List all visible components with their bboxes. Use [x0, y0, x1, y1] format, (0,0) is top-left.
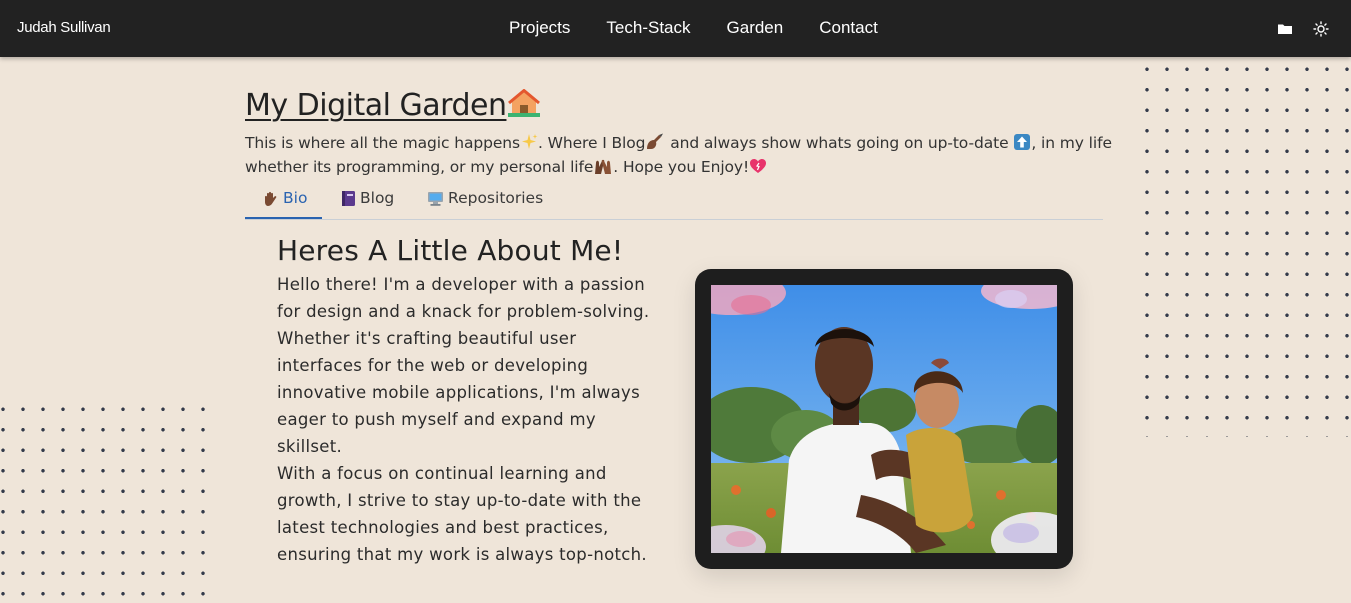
profile-photo-frame — [695, 269, 1073, 569]
about-line: With a focus on continual learning and — [277, 464, 607, 483]
sparkles-icon — [521, 134, 538, 149]
navbar: Judah Sullivan Projects Tech-Stack Garde… — [0, 0, 1351, 57]
intro-text-2: . Where I Blog — [537, 134, 646, 152]
about-paragraph: Hello there! I'm a developer with a pass… — [277, 271, 657, 568]
heart-icon — [750, 159, 767, 173]
nav-link-tech-stack[interactable]: Tech-Stack — [606, 18, 690, 38]
about-line: latest technologies and best practices, — [277, 518, 609, 537]
nav-links: Projects Tech-Stack Garden Contact — [509, 18, 914, 38]
page-title: My Digital Garden — [245, 88, 541, 123]
intro-text-3: and always show whats going on up-to-dat… — [665, 134, 1014, 152]
writing-hand-icon — [647, 133, 664, 149]
about-line: eager to push myself and expand my skill… — [277, 410, 596, 456]
tab-bar: Bio Blog Repositories — [245, 184, 1103, 220]
tab-bio[interactable]: Bio — [262, 189, 307, 207]
hands-icon — [595, 159, 612, 174]
nav-link-projects[interactable]: Projects — [509, 18, 570, 38]
about-line: Hello there! I'm a developer with a pass… — [277, 275, 645, 294]
house-icon — [508, 89, 541, 117]
intro-text-1: This is where all the magic happens — [245, 134, 520, 152]
sun-icon[interactable] — [1313, 21, 1329, 37]
book-icon — [342, 190, 355, 206]
about-line: Whether it's crafting beautiful user — [277, 329, 577, 348]
about-line: interfaces for the web or developing — [277, 356, 589, 375]
folder-icon[interactable] — [1277, 21, 1293, 37]
computer-icon — [428, 191, 443, 206]
about-line: ensuring that my work is always top-notc… — [277, 545, 647, 564]
profile-photo — [711, 285, 1057, 553]
tab-blog-label: Blog — [360, 189, 395, 207]
nav-link-garden[interactable]: Garden — [727, 18, 784, 38]
tab-repositories[interactable]: Repositories — [427, 189, 543, 207]
about-line: innovative mobile applications, I'm alwa… — [277, 383, 640, 402]
dot-pattern-left — [0, 399, 213, 603]
tab-repositories-label: Repositories — [448, 189, 544, 207]
about-heading: Heres A Little About Me! — [277, 234, 624, 267]
brand-name[interactable]: Judah Sullivan — [17, 19, 111, 36]
tab-bio-label: Bio — [283, 189, 308, 207]
about-line: for design and a knack for problem-solvi… — [277, 302, 650, 321]
about-line: growth, I strive to stay up-to-date with… — [277, 491, 642, 510]
hand-icon — [265, 191, 277, 206]
photo-illustration — [711, 285, 1057, 553]
up-arrow-icon — [1014, 134, 1031, 150]
intro-paragraph: This is where all the magic happens . Wh… — [245, 131, 1115, 179]
nav-link-contact[interactable]: Contact — [819, 18, 878, 38]
intro-text-5: . Hope you Enjoy! — [613, 158, 750, 176]
active-tab-indicator — [245, 217, 322, 219]
page-title-text: My Digital Garden — [245, 88, 507, 123]
tab-blog[interactable]: Blog — [341, 189, 394, 207]
dot-pattern-right — [1137, 59, 1351, 437]
